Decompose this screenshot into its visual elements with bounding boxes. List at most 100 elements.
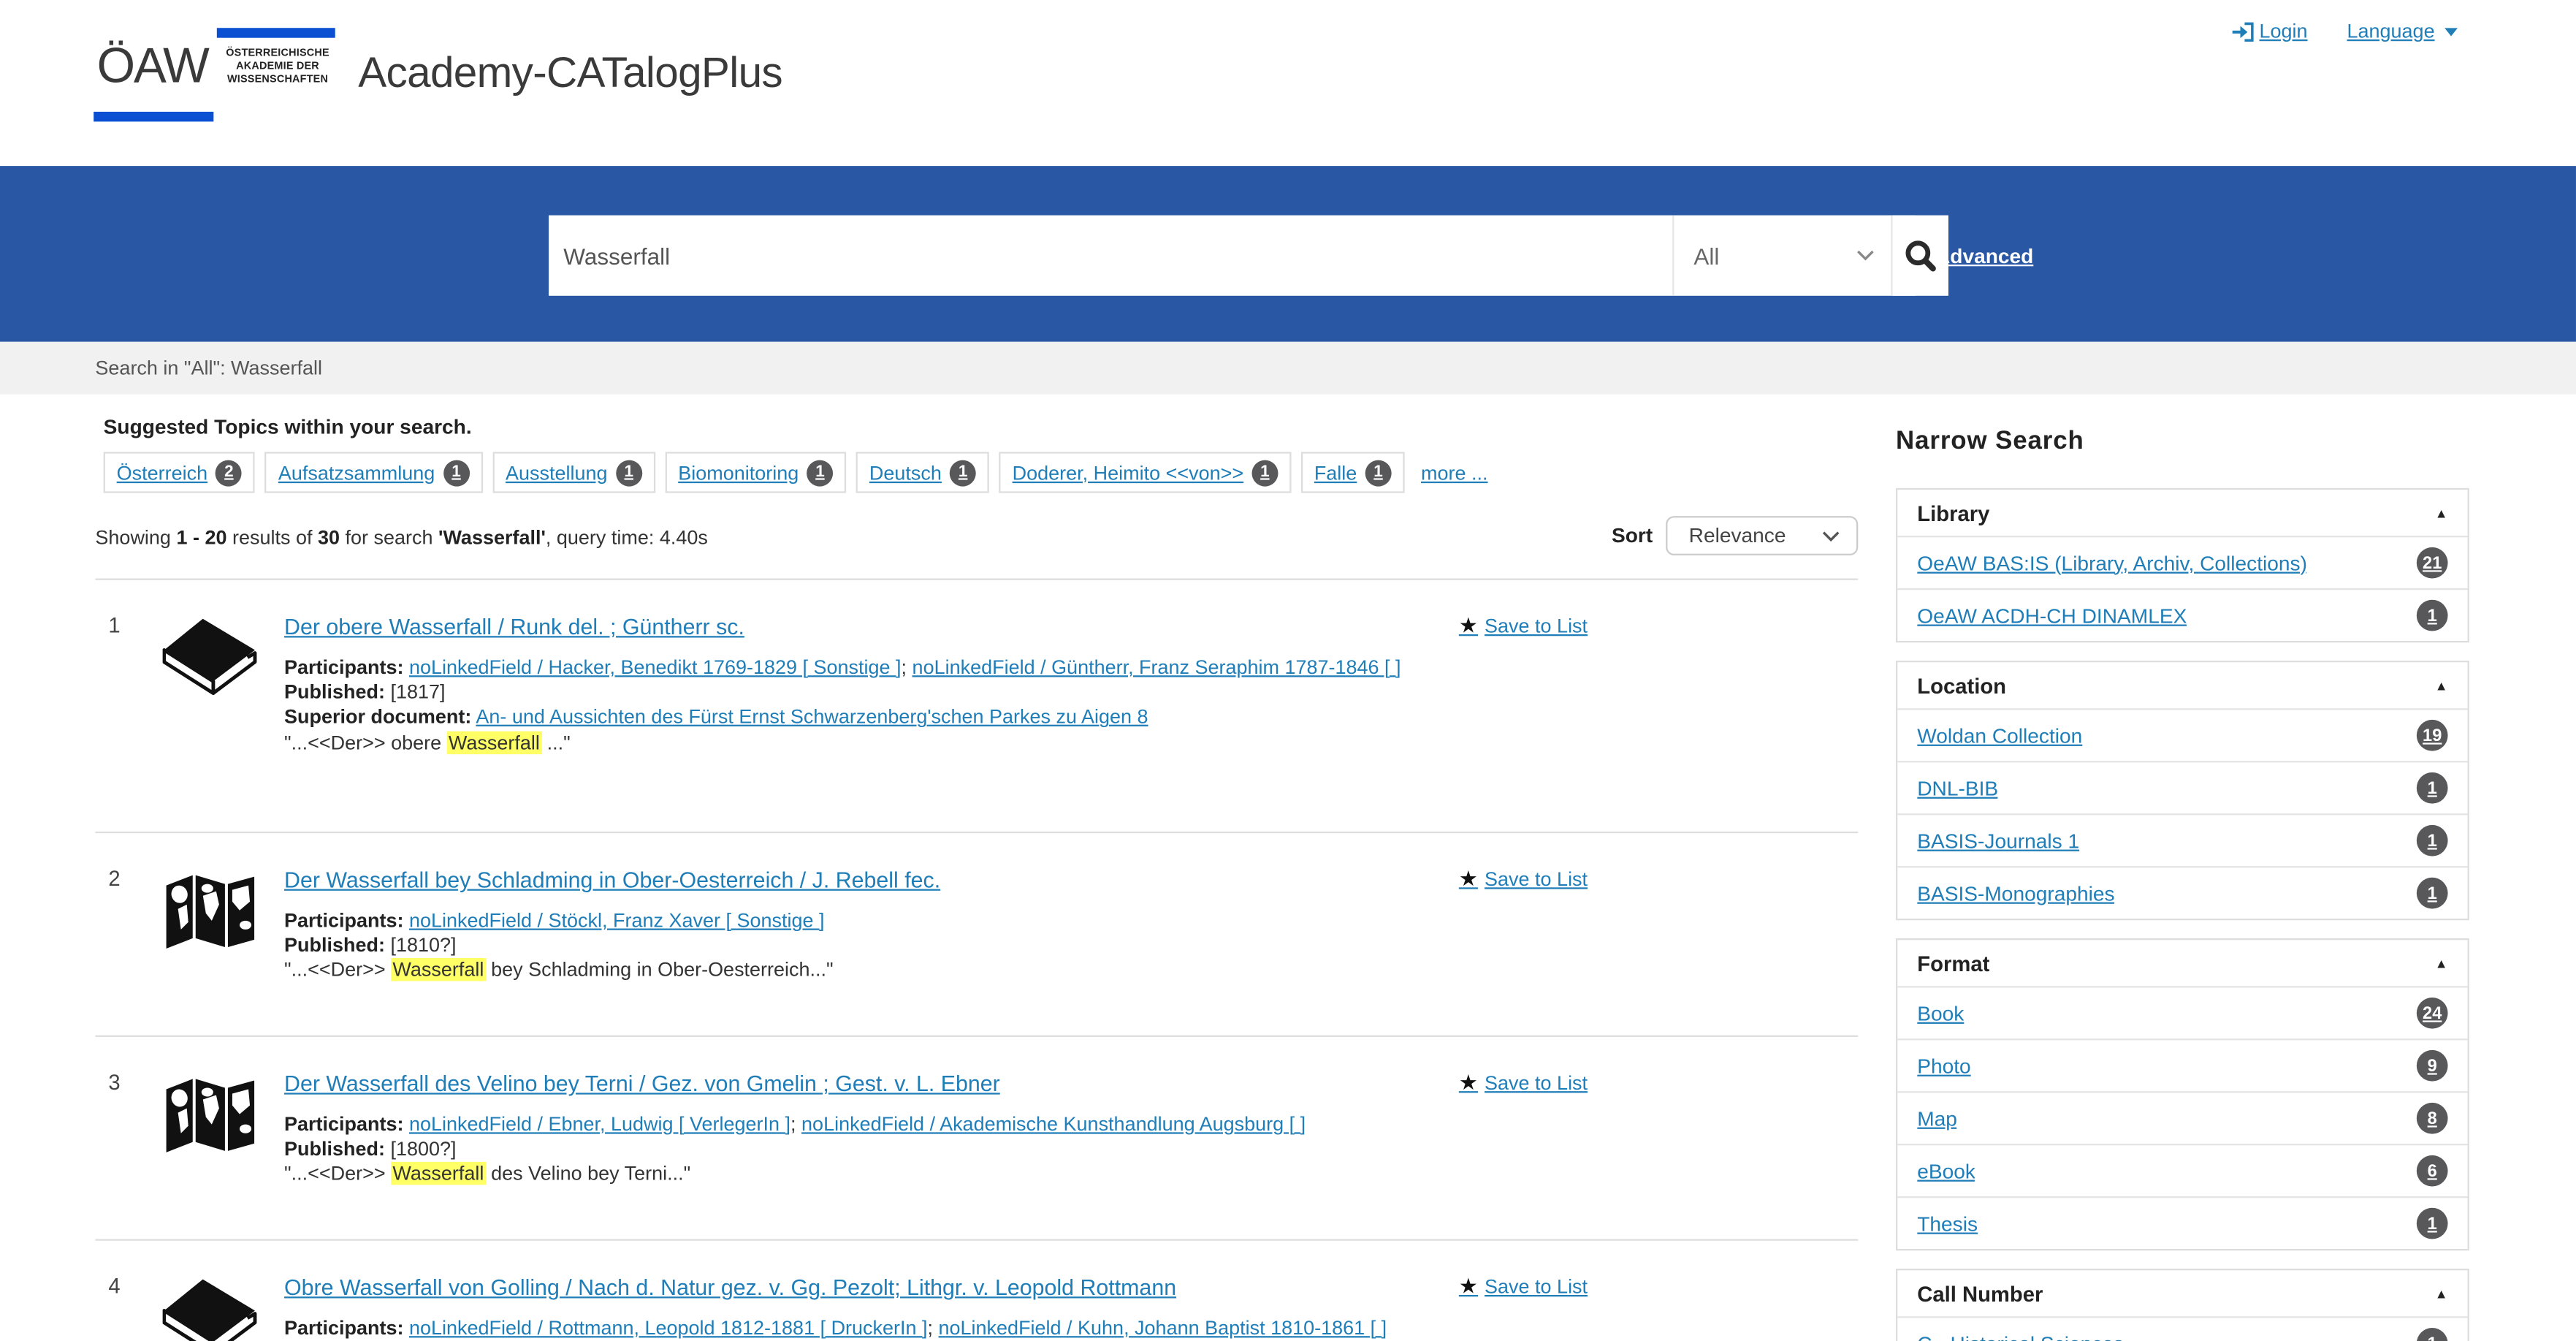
search-scope-value: All bbox=[1693, 243, 1719, 269]
language-menu[interactable]: Language bbox=[2347, 20, 2458, 42]
topic-link[interactable]: Ausstellung bbox=[506, 461, 608, 484]
breadcrumb: Search in "All": Wasserfall bbox=[95, 357, 322, 379]
topic-link[interactable]: Österreich bbox=[117, 461, 207, 484]
topic-chips: Österreich2Aufsatzsammlung1Ausstellung1B… bbox=[104, 452, 1859, 493]
facet-count-badge[interactable]: 1 bbox=[2417, 600, 2448, 631]
sign-in-icon bbox=[2231, 20, 2254, 42]
facet-link[interactable]: OeAW BAS:IS (Library, Archiv, Collection… bbox=[1917, 551, 2307, 574]
topic-count-badge[interactable]: 1 bbox=[950, 460, 976, 486]
facet-count-badge[interactable]: 1 bbox=[2417, 878, 2448, 909]
header: ÖAW ÖSTERREICHISCHE AKADEMIE DER WISSENS… bbox=[0, 0, 2576, 166]
save-to-list-link[interactable]: ★Save to List bbox=[1459, 1274, 1588, 1300]
sort-label: Sort bbox=[1612, 524, 1653, 547]
result-title-link[interactable]: Der Wasserfall des Velino bey Terni / Ge… bbox=[284, 1070, 1000, 1099]
search-scope-select[interactable]: All bbox=[1672, 216, 1892, 296]
save-to-list-label: Save to List bbox=[1485, 615, 1588, 637]
save-to-list-link[interactable]: ★ Save to List bbox=[1459, 613, 1588, 639]
facet-link[interactable]: eBook bbox=[1917, 1159, 1975, 1182]
facet-panel-title: Format bbox=[1917, 951, 1989, 976]
result-row: 4 Obre Wasserfall von Golling / Nach d. N… bbox=[95, 1239, 1858, 1341]
facet-panel-header[interactable]: Call Number▲ bbox=[1897, 1270, 2467, 1316]
superior-document-link[interactable]: An- und Aussichten des Fürst Ernst Schwa… bbox=[476, 706, 1148, 729]
published-line: Published: [1800?] bbox=[284, 1138, 1447, 1163]
facet-count-badge[interactable]: 19 bbox=[2417, 720, 2448, 751]
result-details: Der Wasserfall bey Schladming in Ober-Oe… bbox=[284, 866, 1858, 1036]
facet-panel-header[interactable]: Format ▲ bbox=[1897, 940, 2467, 986]
participants-line: Participants: noLinkedField / Ebner, Lud… bbox=[284, 1112, 1447, 1137]
oaw-logo[interactable]: ÖAW ÖSTERREICHISCHE AKADEMIE DER WISSENS… bbox=[94, 20, 340, 128]
top-links: Login Language bbox=[2231, 20, 2458, 42]
participant-link[interactable]: noLinkedField / Ebner, Ludwig [ Verleger… bbox=[409, 1112, 790, 1135]
facet-link[interactable]: Book bbox=[1917, 1002, 1964, 1025]
search-input[interactable] bbox=[549, 216, 1672, 296]
facet-item: DNL-BIB 1 bbox=[1897, 761, 2467, 813]
facet-link[interactable]: BASIS-Monographies bbox=[1917, 881, 2114, 904]
topic-link[interactable]: Doderer, Heimito <<von>> bbox=[1013, 461, 1244, 484]
advanced-search-link[interactable]: Advanced bbox=[1935, 245, 2033, 267]
facet-count-badge[interactable]: 1 bbox=[2417, 825, 2448, 856]
facet-link[interactable]: BASIS-Journals 1 bbox=[1917, 829, 2079, 851]
participant-link[interactable]: noLinkedField / Kuhn, Johann Baptist 181… bbox=[939, 1316, 1387, 1339]
participant-link[interactable]: noLinkedField / Hacker, Benedikt 1769-18… bbox=[409, 656, 902, 678]
participant-link[interactable]: noLinkedField / Güntherr, Franz Seraphim… bbox=[912, 656, 1401, 678]
topic-link[interactable]: Biomonitoring bbox=[678, 461, 799, 484]
save-to-list-link[interactable]: ★Save to List bbox=[1459, 1070, 1588, 1096]
facet-count-badge[interactable]: 24 bbox=[2417, 998, 2448, 1029]
facet-panel-header[interactable]: Library▲ bbox=[1897, 490, 2467, 536]
format-icon-wrap bbox=[134, 613, 284, 832]
star-icon: ★ bbox=[1459, 613, 1478, 639]
search-band: All Advanced bbox=[0, 166, 2576, 342]
collapse-caret-icon: ▲ bbox=[2435, 678, 2448, 693]
participant-link[interactable]: noLinkedField / Akademische Kunsthandlun… bbox=[801, 1112, 1306, 1135]
topic-count-badge[interactable]: 1 bbox=[443, 460, 470, 486]
facet-link[interactable]: C - Historical Sciences bbox=[1917, 1332, 2124, 1341]
highlighted-term: Wasserfall bbox=[391, 959, 485, 981]
facet-count-badge[interactable]: 1 bbox=[2417, 1208, 2448, 1239]
facet-count-badge[interactable]: 8 bbox=[2417, 1103, 2448, 1134]
topic-count-badge[interactable]: 1 bbox=[1251, 460, 1278, 486]
facet-count-badge[interactable]: 21 bbox=[2417, 547, 2448, 579]
chevron-down-icon bbox=[1822, 530, 1840, 542]
topic-link[interactable]: Falle bbox=[1314, 461, 1357, 484]
results-summary: Showing 1 - 20 results of 30 for search … bbox=[95, 526, 707, 549]
topic-count-badge[interactable]: 2 bbox=[216, 460, 242, 486]
result-details: Der obere Wasserfall / Runk del. ; Günth… bbox=[284, 613, 1858, 832]
participant-link[interactable]: noLinkedField / Stöckl, Franz Xaver [ So… bbox=[409, 909, 824, 932]
topic-count-badge[interactable]: 1 bbox=[616, 460, 642, 486]
chevron-down-icon bbox=[1856, 250, 1875, 262]
facet-item: BASIS-Monographies 1 bbox=[1897, 866, 2467, 919]
topic-count-badge[interactable]: 1 bbox=[807, 460, 833, 486]
topic-link[interactable]: Deutsch bbox=[869, 461, 942, 484]
facet-link[interactable]: Thesis bbox=[1917, 1212, 1978, 1234]
snippet-line: "...<<Der>> obere Wasserfall ..." bbox=[284, 731, 1447, 756]
more-topics-link[interactable]: more ... bbox=[1421, 461, 1487, 484]
facet-link[interactable]: OeAW ACDH-CH DINAMLEX bbox=[1917, 604, 2187, 626]
login-link[interactable]: Login bbox=[2231, 20, 2307, 42]
topic-link[interactable]: Aufsatzsammlung bbox=[278, 461, 435, 484]
facet-link[interactable]: Woldan Collection bbox=[1917, 724, 2082, 747]
facet-count-badge[interactable]: 1 bbox=[2417, 1328, 2448, 1341]
result-title-link[interactable]: Der Wasserfall bey Schladming in Ober-Oe… bbox=[284, 866, 940, 895]
collapse-caret-icon: ▲ bbox=[2435, 956, 2448, 970]
facet-count-badge[interactable]: 9 bbox=[2417, 1050, 2448, 1082]
topic-count-badge[interactable]: 1 bbox=[1365, 460, 1392, 486]
result-title-link[interactable]: Obre Wasserfall von Golling / Nach d. Na… bbox=[284, 1274, 1176, 1303]
search-icon bbox=[1902, 238, 1938, 273]
save-to-list-link[interactable]: ★Save to List bbox=[1459, 866, 1588, 892]
logo-caption: ÖSTERREICHISCHE AKADEMIE DER WISSENSCHAF… bbox=[217, 48, 338, 87]
topic-chip: Aufsatzsammlung 1 bbox=[265, 452, 483, 493]
participant-link[interactable]: noLinkedField / Rottmann, Leopold 1812-1… bbox=[409, 1316, 928, 1339]
facet-link[interactable]: Photo bbox=[1917, 1055, 1970, 1077]
facet-count-badge[interactable]: 6 bbox=[2417, 1155, 2448, 1187]
result-title-link[interactable]: Der obere Wasserfall / Runk del. ; Günth… bbox=[284, 613, 744, 642]
result-number: 4 bbox=[95, 1274, 134, 1341]
facet-count-badge[interactable]: 1 bbox=[2417, 772, 2448, 804]
facet-link[interactable]: Map bbox=[1917, 1106, 1957, 1129]
language-label: Language bbox=[2347, 20, 2435, 42]
sort-select[interactable]: Relevance bbox=[1666, 516, 1858, 555]
sort-value: Relevance bbox=[1689, 524, 1786, 547]
map-icon bbox=[161, 870, 256, 951]
facet-link[interactable]: DNL-BIB bbox=[1917, 777, 1998, 799]
facet-panel-header[interactable]: Location▲ bbox=[1897, 662, 2467, 708]
book-icon bbox=[161, 616, 256, 702]
